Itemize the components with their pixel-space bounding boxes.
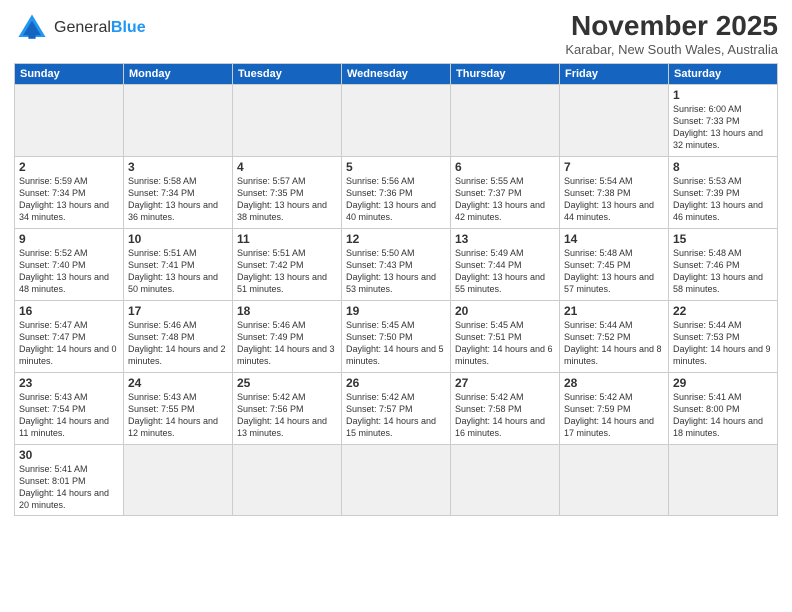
header-saturday: Saturday [669,64,778,85]
logo-icon [14,10,50,46]
day-11: 11 Sunrise: 5:51 AMSunset: 7:42 PMDaylig… [233,229,342,301]
location: Karabar, New South Wales, Australia [565,42,778,57]
day-21: 21 Sunrise: 5:44 AMSunset: 7:52 PMDaylig… [560,301,669,373]
empty-cell [15,85,124,157]
empty-cell [560,85,669,157]
page: GeneralBlue November 2025 Karabar, New S… [0,0,792,612]
month-title: November 2025 [565,10,778,42]
day-18: 18 Sunrise: 5:46 AMSunset: 7:49 PMDaylig… [233,301,342,373]
empty-cell [233,85,342,157]
empty-cell [124,445,233,516]
table-row: 1 Sunrise: 6:00 AMSunset: 7:33 PMDayligh… [15,85,778,157]
day-4: 4 Sunrise: 5:57 AMSunset: 7:35 PMDayligh… [233,157,342,229]
logo-text: GeneralBlue [54,19,146,37]
day-7: 7 Sunrise: 5:54 AMSunset: 7:38 PMDayligh… [560,157,669,229]
day-15: 15 Sunrise: 5:48 AMSunset: 7:46 PMDaylig… [669,229,778,301]
empty-cell [560,445,669,516]
day-16: 16 Sunrise: 5:47 AMSunset: 7:47 PMDaylig… [15,301,124,373]
header-friday: Friday [560,64,669,85]
day-9: 9 Sunrise: 5:52 AMSunset: 7:40 PMDayligh… [15,229,124,301]
empty-cell [124,85,233,157]
day-17: 17 Sunrise: 5:46 AMSunset: 7:48 PMDaylig… [124,301,233,373]
day-24: 24 Sunrise: 5:43 AMSunset: 7:55 PMDaylig… [124,373,233,445]
day-28: 28 Sunrise: 5:42 AMSunset: 7:59 PMDaylig… [560,373,669,445]
logo: GeneralBlue [14,10,146,46]
table-row: 16 Sunrise: 5:47 AMSunset: 7:47 PMDaylig… [15,301,778,373]
day-29: 29 Sunrise: 5:41 AMSunset: 8:00 PMDaylig… [669,373,778,445]
weekday-header-row: Sunday Monday Tuesday Wednesday Thursday… [15,64,778,85]
header: GeneralBlue November 2025 Karabar, New S… [14,10,778,57]
day-13: 13 Sunrise: 5:49 AMSunset: 7:44 PMDaylig… [451,229,560,301]
empty-cell [342,445,451,516]
empty-cell [233,445,342,516]
empty-cell [669,445,778,516]
calendar: Sunday Monday Tuesday Wednesday Thursday… [14,63,778,516]
day-19: 19 Sunrise: 5:45 AMSunset: 7:50 PMDaylig… [342,301,451,373]
day-8: 8 Sunrise: 5:53 AMSunset: 7:39 PMDayligh… [669,157,778,229]
day-5: 5 Sunrise: 5:56 AMSunset: 7:36 PMDayligh… [342,157,451,229]
day-6: 6 Sunrise: 5:55 AMSunset: 7:37 PMDayligh… [451,157,560,229]
day-20: 20 Sunrise: 5:45 AMSunset: 7:51 PMDaylig… [451,301,560,373]
day-23: 23 Sunrise: 5:43 AMSunset: 7:54 PMDaylig… [15,373,124,445]
day-3: 3 Sunrise: 5:58 AMSunset: 7:34 PMDayligh… [124,157,233,229]
table-row: 23 Sunrise: 5:43 AMSunset: 7:54 PMDaylig… [15,373,778,445]
day-25: 25 Sunrise: 5:42 AMSunset: 7:56 PMDaylig… [233,373,342,445]
day-27: 27 Sunrise: 5:42 AMSunset: 7:58 PMDaylig… [451,373,560,445]
day-14: 14 Sunrise: 5:48 AMSunset: 7:45 PMDaylig… [560,229,669,301]
day-2: 2 Sunrise: 5:59 AMSunset: 7:34 PMDayligh… [15,157,124,229]
table-row: 2 Sunrise: 5:59 AMSunset: 7:34 PMDayligh… [15,157,778,229]
day-10: 10 Sunrise: 5:51 AMSunset: 7:41 PMDaylig… [124,229,233,301]
day-1: 1 Sunrise: 6:00 AMSunset: 7:33 PMDayligh… [669,85,778,157]
day-30: 30 Sunrise: 5:41 AMSunset: 8:01 PMDaylig… [15,445,124,516]
header-monday: Monday [124,64,233,85]
day-22: 22 Sunrise: 5:44 AMSunset: 7:53 PMDaylig… [669,301,778,373]
day-12: 12 Sunrise: 5:50 AMSunset: 7:43 PMDaylig… [342,229,451,301]
header-thursday: Thursday [451,64,560,85]
empty-cell [451,445,560,516]
table-row: 9 Sunrise: 5:52 AMSunset: 7:40 PMDayligh… [15,229,778,301]
day-26: 26 Sunrise: 5:42 AMSunset: 7:57 PMDaylig… [342,373,451,445]
header-sunday: Sunday [15,64,124,85]
table-row: 30 Sunrise: 5:41 AMSunset: 8:01 PMDaylig… [15,445,778,516]
title-block: November 2025 Karabar, New South Wales, … [565,10,778,57]
empty-cell [451,85,560,157]
empty-cell [342,85,451,157]
header-tuesday: Tuesday [233,64,342,85]
header-wednesday: Wednesday [342,64,451,85]
